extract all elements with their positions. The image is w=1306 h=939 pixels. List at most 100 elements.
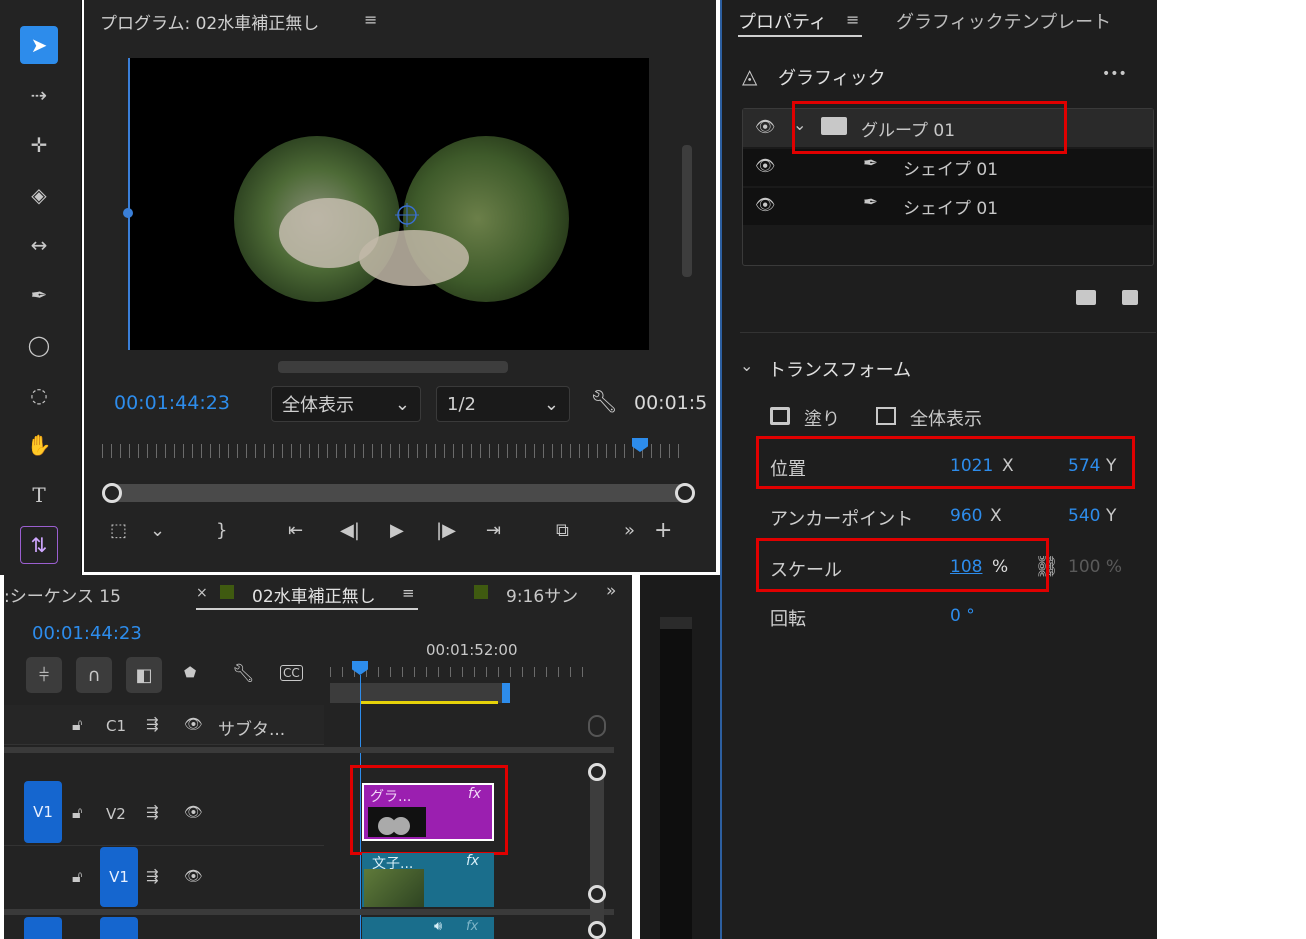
layer-name[interactable]: シェイプ 01 <box>903 155 998 180</box>
close-icon[interactable]: × <box>196 585 208 601</box>
hamburger-icon[interactable]: ≡ <box>402 584 415 602</box>
tab-sequence-15[interactable]: :シーケンス 15 <box>4 582 121 607</box>
zoom-scrollbar[interactable] <box>104 484 692 502</box>
chevron-down-icon[interactable]: ⌄ <box>740 356 753 375</box>
position-x-value[interactable]: 1021 <box>950 456 993 476</box>
scale-value[interactable]: 108 <box>950 557 982 577</box>
work-area-end-handle[interactable] <box>502 683 510 703</box>
scroll-handle-bottom[interactable] <box>588 885 606 903</box>
anchor-y-value[interactable]: 540 <box>1068 506 1100 526</box>
sync-lock-icon[interactable]: ⇶ <box>146 803 159 821</box>
sync-lock-icon[interactable]: ⇶ <box>146 867 159 885</box>
fill-icon[interactable] <box>770 407 790 425</box>
ellipse-tool-icon[interactable]: ◯ <box>20 326 58 364</box>
track-target-v2[interactable]: V1 <box>24 781 62 843</box>
go-to-in-icon[interactable]: ⇤ <box>288 520 303 541</box>
track-select-tool-icon[interactable]: ⇢ <box>20 76 58 114</box>
rotation-value[interactable]: 0 ° <box>950 606 975 626</box>
vertical-scrollbar[interactable] <box>682 145 692 277</box>
razor-tool-icon[interactable]: ◈ <box>20 176 58 214</box>
fx-badge[interactable]: fx <box>466 853 479 869</box>
remix-tool-icon[interactable]: ⇅ <box>20 526 58 564</box>
time-ruler[interactable] <box>102 444 686 458</box>
selection-tool-icon[interactable]: ➤ <box>20 26 58 64</box>
captions-icon[interactable]: CC <box>280 665 303 681</box>
lock-icon[interactable]: 🔓︎ <box>72 803 82 823</box>
position-y-value[interactable]: 574 <box>1068 456 1100 476</box>
nest-toggle-icon[interactable]: ⫩ <box>26 657 62 693</box>
eye-icon[interactable]: 👁︎ <box>755 195 775 214</box>
more-tabs-icon[interactable]: » <box>606 581 616 601</box>
more-options-icon[interactable]: ••• <box>1102 66 1127 82</box>
ripple-edit-tool-icon[interactable]: ✛ <box>20 126 58 164</box>
bounding-box-handle[interactable] <box>123 208 133 218</box>
scroll-handle-audio[interactable] <box>588 921 606 939</box>
track-target-v1[interactable]: V1 <box>100 847 138 907</box>
tab-active-sequence[interactable]: 02水車補正無し <box>252 582 376 607</box>
fx-badge[interactable]: fx <box>466 919 478 934</box>
track-scroll-handle[interactable] <box>588 715 606 737</box>
layer-name[interactable]: シェイプ 01 <box>903 194 998 219</box>
play-icon[interactable]: ▶ <box>390 520 404 541</box>
anchor-x-value[interactable]: 960 <box>950 506 982 526</box>
lock-icon[interactable]: 🔓︎ <box>72 715 82 735</box>
audio-clip[interactable]: 🔊︎ fx <box>362 917 494 939</box>
chevron-down-icon[interactable]: ⌄ <box>150 520 165 541</box>
linked-selection-icon[interactable]: ◧ <box>126 657 162 693</box>
type-tool-icon[interactable]: T <box>20 476 58 514</box>
track-source-a1[interactable] <box>100 917 138 939</box>
horizontal-scrollbar[interactable] <box>278 361 508 373</box>
timeline-timecode[interactable]: 00:01:44:23 <box>32 623 142 644</box>
fit-frame-icon[interactable] <box>876 407 896 425</box>
timeline-ruler[interactable] <box>330 667 586 677</box>
go-to-out-icon[interactable]: ⇥ <box>486 520 501 541</box>
wrench-icon[interactable]: 🔧︎ <box>590 390 618 415</box>
ellipse-select-icon[interactable]: ◌ <box>20 376 58 414</box>
eye-icon[interactable]: 👁︎ <box>184 803 203 821</box>
snap-magnet-icon[interactable]: ∩ <box>76 657 112 693</box>
link-icon[interactable]: ⛓ <box>1034 554 1059 578</box>
more-controls-icon[interactable]: » <box>624 520 635 541</box>
fit-label[interactable]: 全体表示 <box>910 405 982 431</box>
pen-tool-icon[interactable]: ✒ <box>20 276 58 314</box>
playhead-timecode[interactable]: 00:01:44:23 <box>114 392 230 414</box>
video-frame[interactable] <box>129 58 649 350</box>
zoom-handle-right[interactable] <box>675 483 695 503</box>
eye-icon[interactable]: 👁︎ <box>755 117 775 136</box>
eye-icon[interactable]: 👁︎ <box>184 867 203 885</box>
slip-tool-icon[interactable]: ↔ <box>20 226 58 264</box>
scroll-handle-top[interactable] <box>588 763 606 781</box>
program-monitor-title[interactable]: プログラム: 02水車補正無し <box>100 9 319 34</box>
wrench-icon[interactable]: 🔧︎ <box>232 663 255 684</box>
step-forward-icon[interactable]: |▶ <box>436 520 456 541</box>
step-back-icon[interactable]: ◀| <box>340 520 360 541</box>
video-clip[interactable]: 文子... fx <box>362 853 494 907</box>
work-area-bar[interactable] <box>330 683 510 703</box>
lock-icon[interactable]: 🔓︎ <box>72 867 82 887</box>
fill-label[interactable]: 塗り <box>804 405 840 431</box>
mark-out-icon[interactable]: } <box>216 520 227 541</box>
export-frame-icon[interactable]: ⧉ <box>556 520 569 541</box>
tab-properties[interactable]: プロパティ <box>738 8 827 34</box>
add-marker-icon[interactable]: ⬟ <box>184 665 196 681</box>
eye-icon[interactable]: 👁︎ <box>184 715 203 733</box>
transform-section-title[interactable]: トランスフォーム <box>768 356 911 382</box>
track-target-a1[interactable] <box>24 917 62 939</box>
add-button-icon[interactable]: + <box>654 518 672 543</box>
zoom-handle-left[interactable] <box>102 483 122 503</box>
zoom-select[interactable]: 全体表示 ⌄ <box>271 386 421 422</box>
graphic-clip[interactable]: グラ... fx <box>362 783 494 841</box>
safe-margins-icon[interactable]: ⬚ <box>110 520 127 541</box>
new-group-folder-icon[interactable] <box>1076 290 1096 305</box>
layer-name[interactable]: グループ 01 <box>861 116 955 141</box>
fx-badge[interactable]: fx <box>468 786 481 802</box>
eye-icon[interactable]: 👁︎ <box>755 156 775 175</box>
chevron-down-icon[interactable]: ⌄ <box>793 115 806 134</box>
resolution-select[interactable]: 1/2 ⌄ <box>436 386 570 422</box>
new-layer-icon[interactable] <box>1122 290 1138 305</box>
bounding-box-edge[interactable] <box>128 58 130 350</box>
tab-next-sequence[interactable]: 9:16サン <box>506 582 578 607</box>
hamburger-icon[interactable]: ≡ <box>364 10 377 29</box>
tab-graphic-templates[interactable]: グラフィックテンプレート <box>896 8 1111 34</box>
hamburger-icon[interactable]: ≡ <box>846 10 859 29</box>
